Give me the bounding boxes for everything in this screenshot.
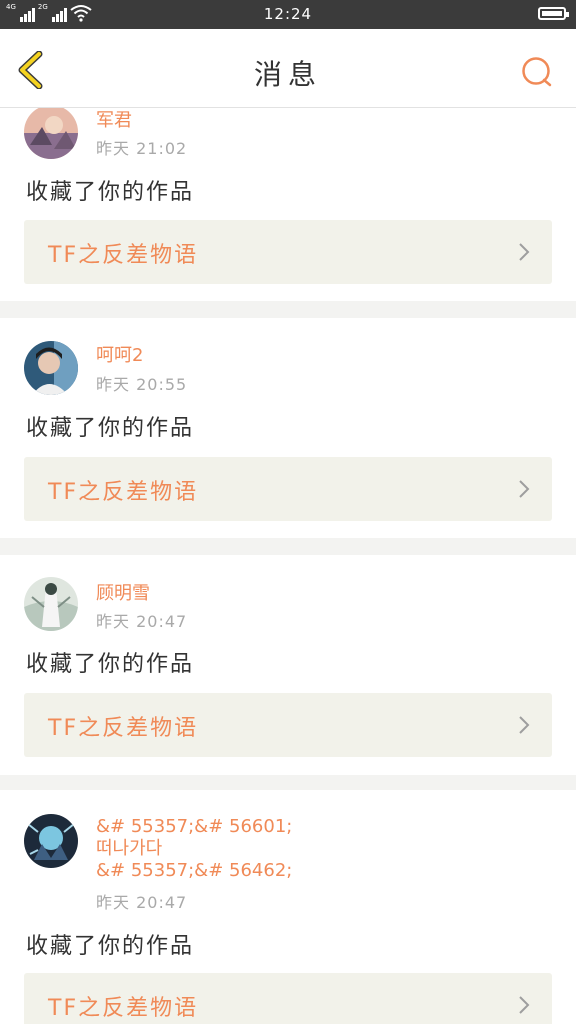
app-header: 消息 [0,29,576,108]
message-time: 昨天 20:47 [96,893,188,912]
message-action: 收藏了你的作品 [26,652,195,677]
message-card: 顾明雪 昨天 20:47 收藏了你的作品 TF之反差物语 [0,555,576,775]
username[interactable]: 顾明雪 [96,583,150,605]
message-card: 呵呵2 昨天 20:55 收藏了你的作品 TF之反差物语 [0,318,576,538]
work-title: TF之反差物语 [48,996,199,1021]
message-card: 军君 昨天 21:02 收藏了你的作品 TF之反差物语 [0,107,576,301]
page-title: 消息 [253,58,322,91]
user-avatar[interactable] [24,107,78,159]
message-time: 昨天 20:55 [96,375,188,394]
work-title: TF之反差物语 [48,716,199,741]
chevron-right-icon [519,243,530,261]
message-time: 昨天 20:47 [96,612,188,631]
search-icon[interactable] [520,55,554,89]
work-title: TF之反差物语 [48,480,199,505]
chevron-right-icon [519,996,530,1014]
username-line: &# 55357;&# 56601; [96,816,293,837]
username[interactable]: 军君 [96,110,132,132]
work-link[interactable]: TF之反差物语 [24,973,552,1024]
chevron-right-icon [519,480,530,498]
battery-icon [538,7,569,20]
chevron-right-icon [519,716,530,734]
message-time: 昨天 21:02 [96,139,188,158]
status-bar: 4G 2G 12:24 [0,0,576,29]
message-action: 收藏了你的作品 [26,180,195,205]
message-action: 收藏了你的作品 [26,934,195,959]
message-action: 收藏了你的作品 [26,416,195,441]
username[interactable]: &# 55357;&# 56601; 떠나가다 &# 55357;&# 5646… [96,816,292,882]
avatar-landscape-icon [24,107,78,159]
user-avatar[interactable] [24,814,78,868]
work-link[interactable]: TF之反差物语 [24,220,552,284]
work-link[interactable]: TF之反差物语 [24,457,552,521]
avatar-dark-art-icon [24,814,78,868]
user-avatar[interactable] [24,577,78,631]
message-card: &# 55357;&# 56601; 떠나가다 &# 55357;&# 5646… [0,790,576,1024]
username-line: 떠나가다 [96,838,163,859]
clock: 12:24 [263,5,313,23]
username[interactable]: 呵呵2 [96,345,143,367]
work-title: TF之反差物语 [48,243,199,268]
message-list[interactable]: 军君 昨天 21:02 收藏了你的作品 TF之反差物语 呵呵2 昨天 20:55… [0,107,576,1024]
avatar-person-icon [24,341,78,395]
avatar-illustration-icon [24,577,78,631]
work-link[interactable]: TF之反差物语 [24,693,552,757]
username-line: &# 55357;&# 56462; [96,860,293,881]
user-avatar[interactable] [24,341,78,395]
